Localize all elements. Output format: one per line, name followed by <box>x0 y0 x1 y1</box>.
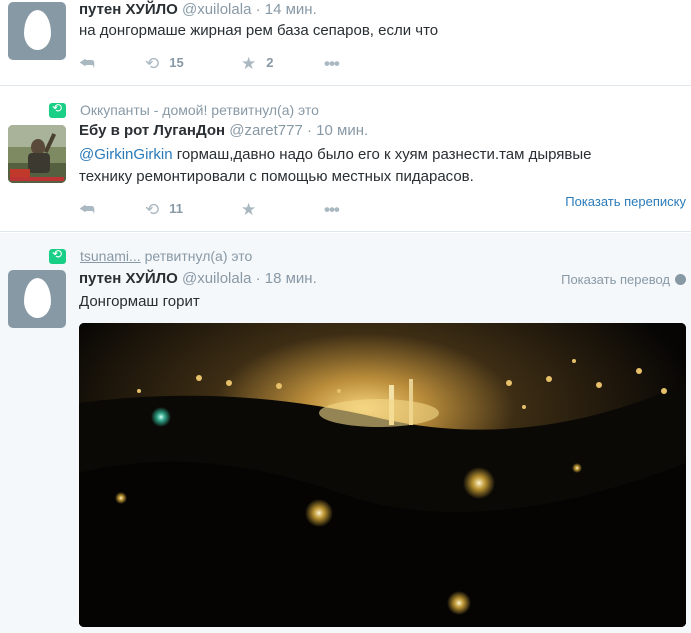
tweet-header: Ебу в рот ЛуганДон @zaret777 · 10 мин. <box>79 122 369 139</box>
favorite-count: 2 <box>266 55 274 70</box>
star-icon: ★ <box>241 54 257 73</box>
retweet-button[interactable]: ⟲ 11 <box>145 200 183 220</box>
default-egg-avatar[interactable] <box>8 270 66 328</box>
retweet-count: 11 <box>169 201 183 216</box>
fullname[interactable]: путен ХУЙЛО <box>79 270 178 287</box>
reply-icon[interactable]: ⮪ <box>79 200 95 220</box>
tweet-text: @GirkinGirkin гормаш,давно надо было его… <box>79 146 592 185</box>
star-icon[interactable]: ★ <box>241 200 256 220</box>
fullname[interactable]: путен ХУЙЛО <box>79 1 178 18</box>
globe-icon <box>675 274 686 285</box>
tweet-1[interactable]: путен ХУЙЛО @xuilolala · 14 мин. на донг… <box>0 0 691 86</box>
favorite-button[interactable]: ★ 2 <box>241 54 273 74</box>
retweet-context: Оккупанты - домой! ретвитнул(а) это <box>49 101 319 118</box>
retweeter-link[interactable]: tsunami... <box>80 248 141 264</box>
tweet-photo[interactable] <box>79 323 686 627</box>
retweet-icon <box>49 247 66 264</box>
username[interactable]: @xuilolala <box>182 1 251 18</box>
avatar-photo <box>8 125 66 183</box>
retweet-icon <box>49 101 66 118</box>
reply-icon[interactable]: ⮪ <box>79 54 95 74</box>
timestamp[interactable]: 14 мин. <box>265 1 317 18</box>
tweet-header: путен ХУЙЛО @xuilolala · 14 мин. <box>79 1 317 18</box>
timestamp[interactable]: 10 мин. <box>316 122 368 139</box>
retweet-icon: ⟲ <box>145 54 160 73</box>
username[interactable]: @zaret777 <box>229 122 303 139</box>
tweet-2[interactable]: Оккупанты - домой! ретвитнул(а) это Ебу … <box>0 87 691 232</box>
timestamp[interactable]: 18 мин. <box>265 270 317 287</box>
retweet-count: 15 <box>169 55 184 70</box>
fullname[interactable]: Ебу в рот ЛуганДон <box>79 122 225 139</box>
tweet-text: Донгормаш горит <box>79 293 200 310</box>
username[interactable]: @xuilolala <box>182 270 251 287</box>
show-translation-link[interactable]: Показать перевод <box>561 272 686 287</box>
retweet-button[interactable]: ⟲ 15 <box>145 54 184 74</box>
night-fire-photo <box>79 323 686 627</box>
more-icon[interactable]: ••• <box>324 200 340 220</box>
tweet-header: путен ХУЙЛО @xuilolala · 18 мин. <box>79 270 317 287</box>
user-avatar[interactable] <box>8 125 66 183</box>
more-icon[interactable]: ••• <box>324 54 340 74</box>
default-egg-avatar[interactable] <box>8 2 66 60</box>
retweet-context: tsunami... ретвитнул(а) это <box>49 247 252 264</box>
tweet-3[interactable]: tsunami... ретвитнул(а) это путен ХУЙЛО … <box>0 233 691 633</box>
retweet-icon: ⟲ <box>145 200 160 219</box>
tweet-text: на донгормаше жирная рем база сепаров, е… <box>79 22 439 39</box>
mention-link[interactable]: @GirkinGirkin <box>79 146 173 163</box>
show-conversation-link[interactable]: Показать переписку <box>565 194 686 209</box>
